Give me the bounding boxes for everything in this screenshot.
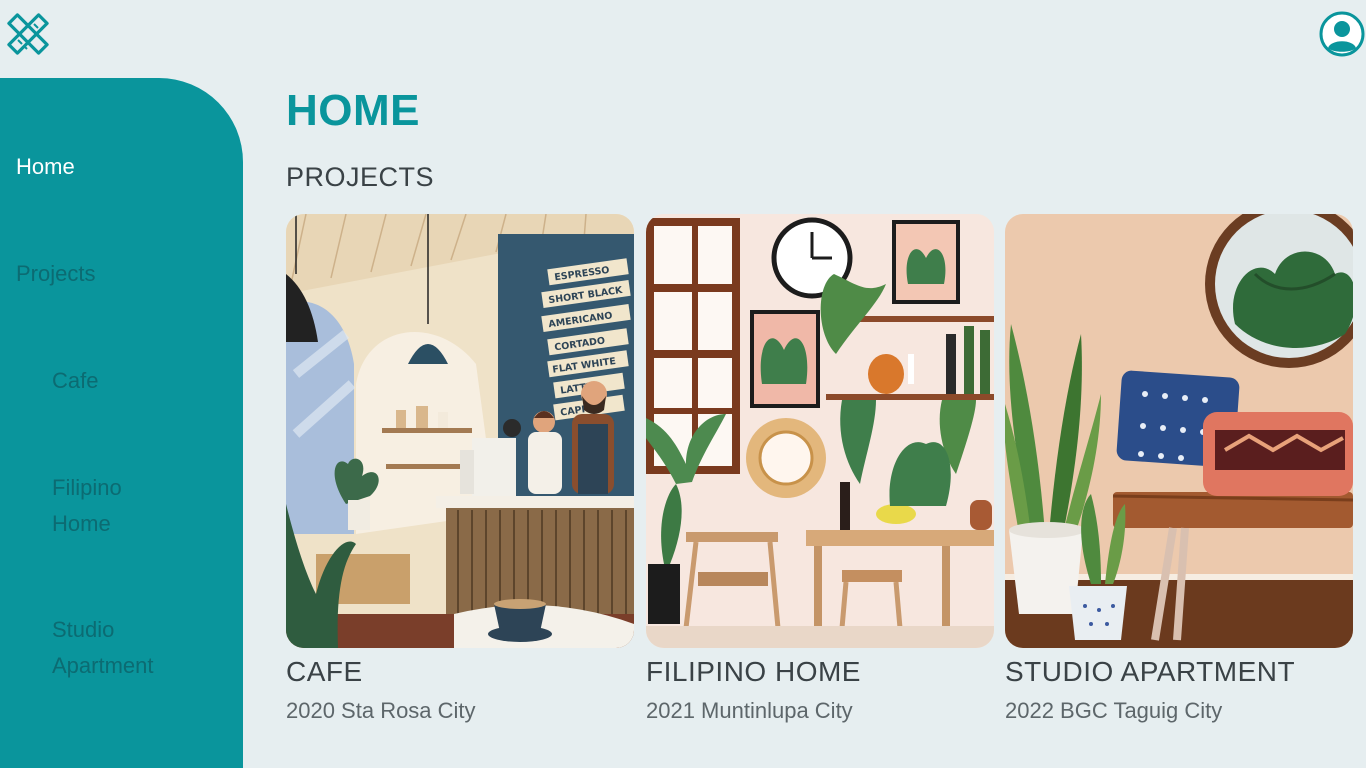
sidebar-item-home[interactable]: Home [16,149,75,185]
project-card-studio-apartment[interactable]: STUDIO APARTMENT 2022 BGC Taguig City [1005,214,1353,734]
studio-apartment-illustration[interactable] [1005,214,1353,648]
project-title[interactable]: CAFE [286,656,634,688]
cafe-illustration[interactable]: ESPRESSO SHORT BLACK AMERICANO CORTADO F… [286,214,634,648]
sidebar-item-cafe[interactable]: Cafe [52,363,232,399]
project-title[interactable]: STUDIO APARTMENT [1005,656,1353,688]
project-subtitle: 2020 Sta Rosa City [286,698,476,723]
project-card-filipino-home[interactable]: FILIPINO HOME 2021 Muntinlupa City [646,214,994,734]
project-subtitle: 2022 BGC Taguig City [1005,698,1223,723]
user-avatar-icon[interactable] [1318,10,1366,58]
sidebar-item-projects[interactable]: Projects [16,256,95,292]
sidebar-item-studio-apartment[interactable]: Studio Apartment [52,612,232,684]
section-title-projects: PROJECTS [286,162,435,192]
logo-ruler-pencil-icon[interactable] [4,10,52,58]
project-card-cafe[interactable]: ESPRESSO SHORT BLACK AMERICANO CORTADO F… [286,214,634,734]
filipino-home-illustration[interactable] [646,214,994,648]
project-subtitle: 2021 Muntinlupa City [646,698,853,723]
sidebar: Home Projects Cafe Filipino Home Studio Ap… [0,78,243,768]
sidebar-item-filipino-home[interactable]: Filipino Home [52,470,232,542]
page-title: HOME [286,86,420,135]
project-title[interactable]: FILIPINO HOME [646,656,994,688]
